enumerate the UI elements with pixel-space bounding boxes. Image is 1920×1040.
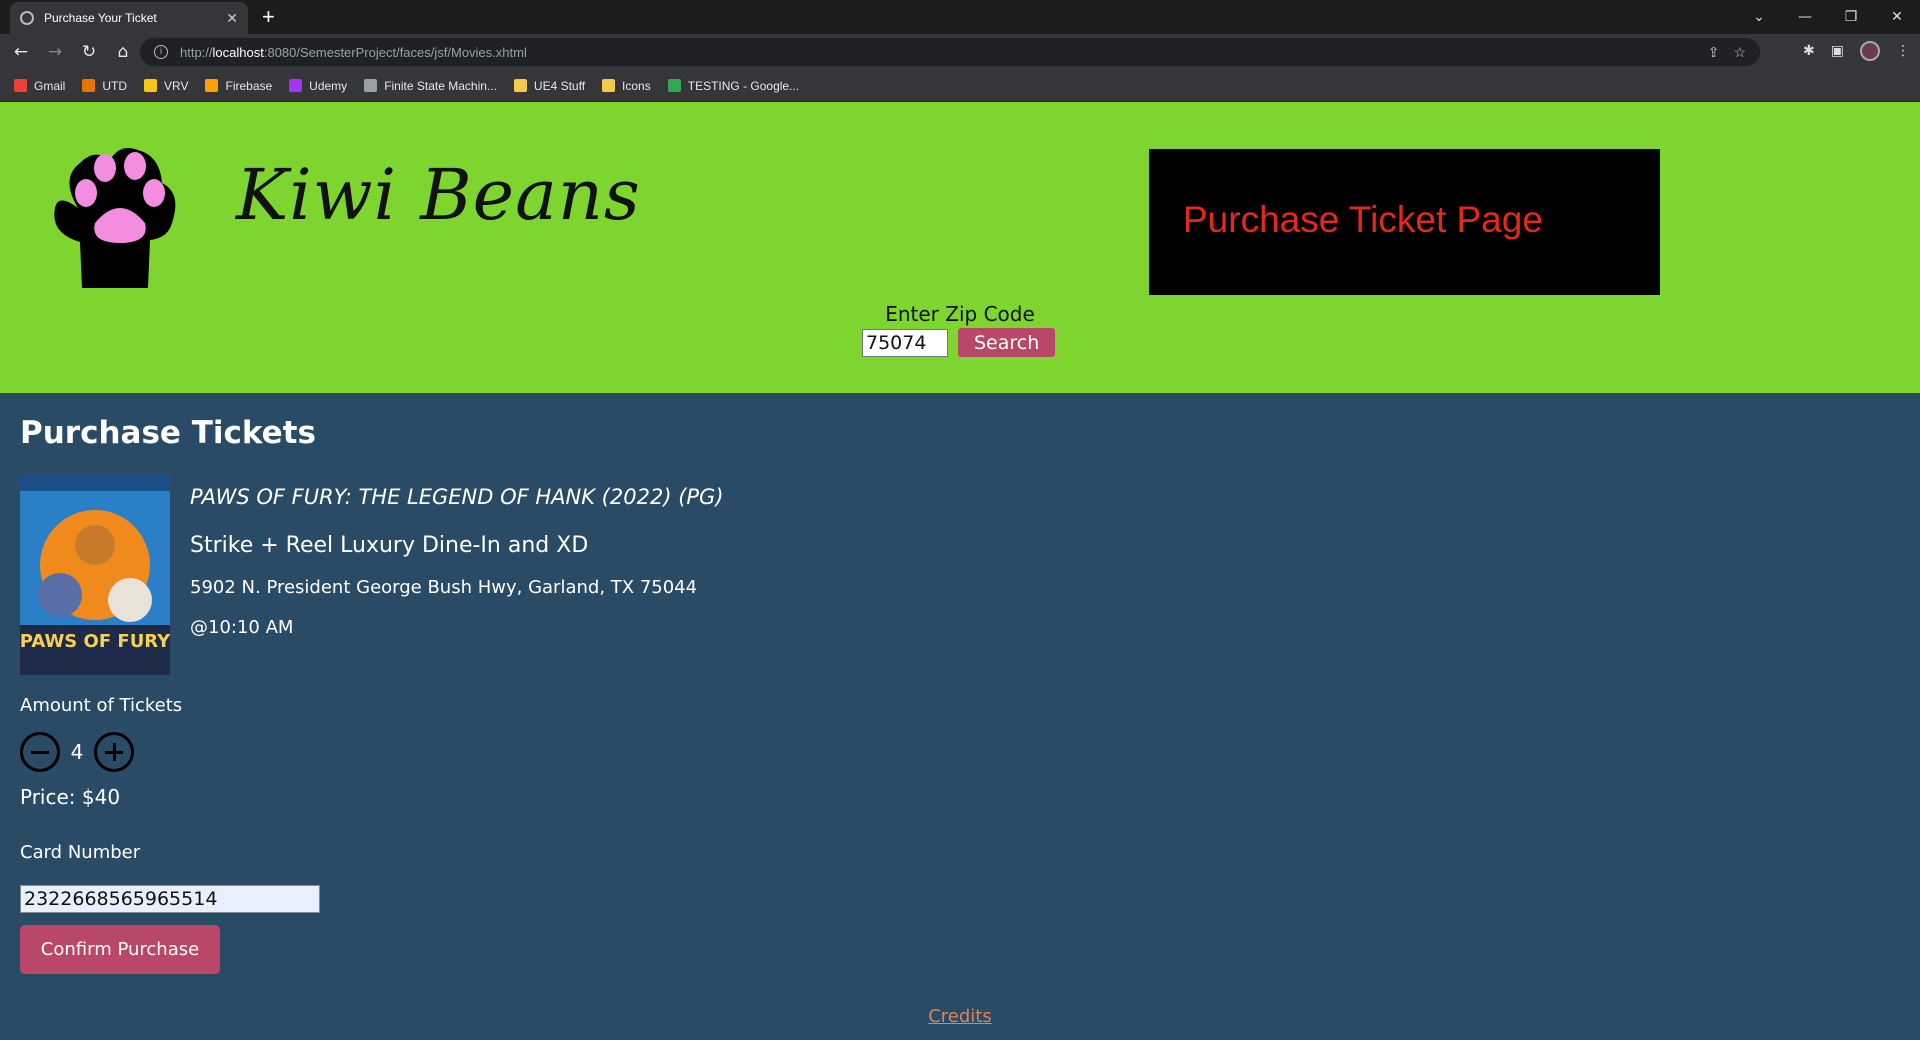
theater-name: Strike + Reel Luxury Dine-In and XD <box>190 533 589 558</box>
udemy-icon <box>289 79 303 92</box>
bookmark-label: Firebase <box>225 78 273 93</box>
site-header: Kiwi Beans Purchase Ticket Page Enter Zi… <box>0 102 1920 393</box>
menu-icon[interactable]: ⋮ <box>1896 43 1910 59</box>
search-button[interactable]: Search <box>958 328 1056 357</box>
firebase-icon <box>205 79 219 92</box>
share-icon[interactable]: ⇪ <box>1708 44 1720 61</box>
vrv-icon <box>144 79 158 92</box>
bookmark-item[interactable]: TESTING - Google... <box>667 78 800 93</box>
bookmark-item[interactable]: Gmail <box>14 79 65 93</box>
confirm-purchase-button[interactable]: Confirm Purchase <box>20 925 220 974</box>
bookmark-star-icon[interactable]: ☆ <box>1733 44 1746 61</box>
browser-tab-bar: Purchase Your Ticket ✕ + ⌄ — ❐ ✕ <box>0 0 1920 34</box>
globe-icon <box>20 11 34 25</box>
bookmark-label: Gmail <box>34 78 66 93</box>
page-badge-text: Purchase Ticket Page <box>1183 199 1543 240</box>
gmail-icon <box>14 79 27 92</box>
price-text: Price: $40 <box>20 785 121 809</box>
card-number-label: Card Number <box>20 842 141 863</box>
reload-icon[interactable]: ↻ <box>76 42 102 62</box>
address-bar[interactable]: i http://localhost:8080/SemesterProject/… <box>140 38 1760 66</box>
bookmark-item[interactable]: UE4 Stuff <box>513 78 586 93</box>
back-icon[interactable]: ← <box>8 42 34 62</box>
utd-icon <box>82 79 96 92</box>
minus-circle-icon[interactable] <box>20 732 60 772</box>
brand-name: Kiwi Beans <box>236 154 641 236</box>
ticket-amount-label: Amount of Tickets <box>20 695 183 716</box>
browser-toolbar: ← → ↻ ⌂ i http://localhost:8080/Semester… <box>0 34 1920 70</box>
extensions-icon[interactable]: ✱ <box>1803 43 1815 59</box>
bookmark-label: UE4 Stuff <box>533 78 586 93</box>
plus-circle-icon[interactable] <box>94 732 134 772</box>
close-window-button[interactable]: ✕ <box>1874 9 1920 25</box>
bookmark-item[interactable]: UTD <box>82 79 127 93</box>
bookmark-label: Finite State Machin... <box>384 78 497 93</box>
new-tab-button[interactable]: + <box>262 4 275 30</box>
browser-tab[interactable]: Purchase Your Ticket ✕ <box>10 2 248 34</box>
folder-icon <box>513 79 527 92</box>
movie-poster: PAWS OF FURY <box>20 475 170 675</box>
zip-input[interactable] <box>862 328 948 357</box>
google-drive-icon <box>667 79 681 92</box>
zip-search-row: Search <box>862 328 1056 357</box>
movie-title: PAWS OF FURY: THE LEGEND OF HANK (2022) … <box>190 485 724 509</box>
zip-label: Enter Zip Code <box>885 302 1035 326</box>
url-host: localhost <box>212 44 264 60</box>
ticket-quantity: 4 <box>70 740 84 764</box>
theater-address: 5902 N. President George Bush Hwy, Garla… <box>190 577 698 598</box>
bookmark-label: Udemy <box>309 78 348 93</box>
url-scheme: http:// <box>180 44 213 60</box>
forward-icon[interactable]: → <box>42 42 68 62</box>
folder-icon <box>602 79 616 92</box>
url-path: :8080/SemesterProject/faces/jsf/Movies.x… <box>263 44 527 60</box>
page-title: Purchase Tickets <box>20 415 316 451</box>
bookmark-label: Icons <box>622 78 651 93</box>
bookmark-item[interactable]: Finite State Machin... <box>364 79 497 93</box>
bookmark-item[interactable]: Icons <box>602 79 651 93</box>
bookmark-item[interactable]: Firebase <box>205 79 272 93</box>
restore-button[interactable]: ❐ <box>1828 9 1874 25</box>
bookmark-item[interactable]: VRV <box>144 79 188 93</box>
page-badge: Purchase Ticket Page <box>1149 149 1660 295</box>
bookmarks-bar: Gmail UTD VRV Firebase Udemy Finite State Mac… <box>0 70 1920 102</box>
globe-icon <box>364 79 378 92</box>
home-icon[interactable]: ⌂ <box>110 42 136 62</box>
tab-search-icon[interactable]: ⌄ <box>1736 9 1782 25</box>
poster-title: PAWS OF FURY <box>20 631 170 652</box>
profile-avatar[interactable] <box>1860 41 1880 61</box>
paw-logo-icon <box>54 147 176 288</box>
bookmark-label: VRV <box>164 78 189 93</box>
close-tab-icon[interactable]: ✕ <box>226 10 238 27</box>
minimize-button[interactable]: — <box>1782 9 1828 25</box>
credits-link[interactable]: Credits <box>0 1006 1920 1027</box>
tab-title: Purchase Your Ticket <box>44 11 157 25</box>
bookmark-label: UTD <box>102 78 128 93</box>
showtime: @10:10 AM <box>190 617 294 638</box>
bookmark-item[interactable]: Udemy <box>289 79 347 93</box>
window-controls: ⌄ — ❐ ✕ <box>1736 0 1920 34</box>
bookmark-label: TESTING - Google... <box>687 78 800 93</box>
side-panel-icon[interactable]: ▣ <box>1831 43 1844 59</box>
quantity-stepper: 4 <box>20 732 134 772</box>
site-info-icon[interactable]: i <box>154 45 168 59</box>
card-number-input[interactable] <box>20 885 320 913</box>
